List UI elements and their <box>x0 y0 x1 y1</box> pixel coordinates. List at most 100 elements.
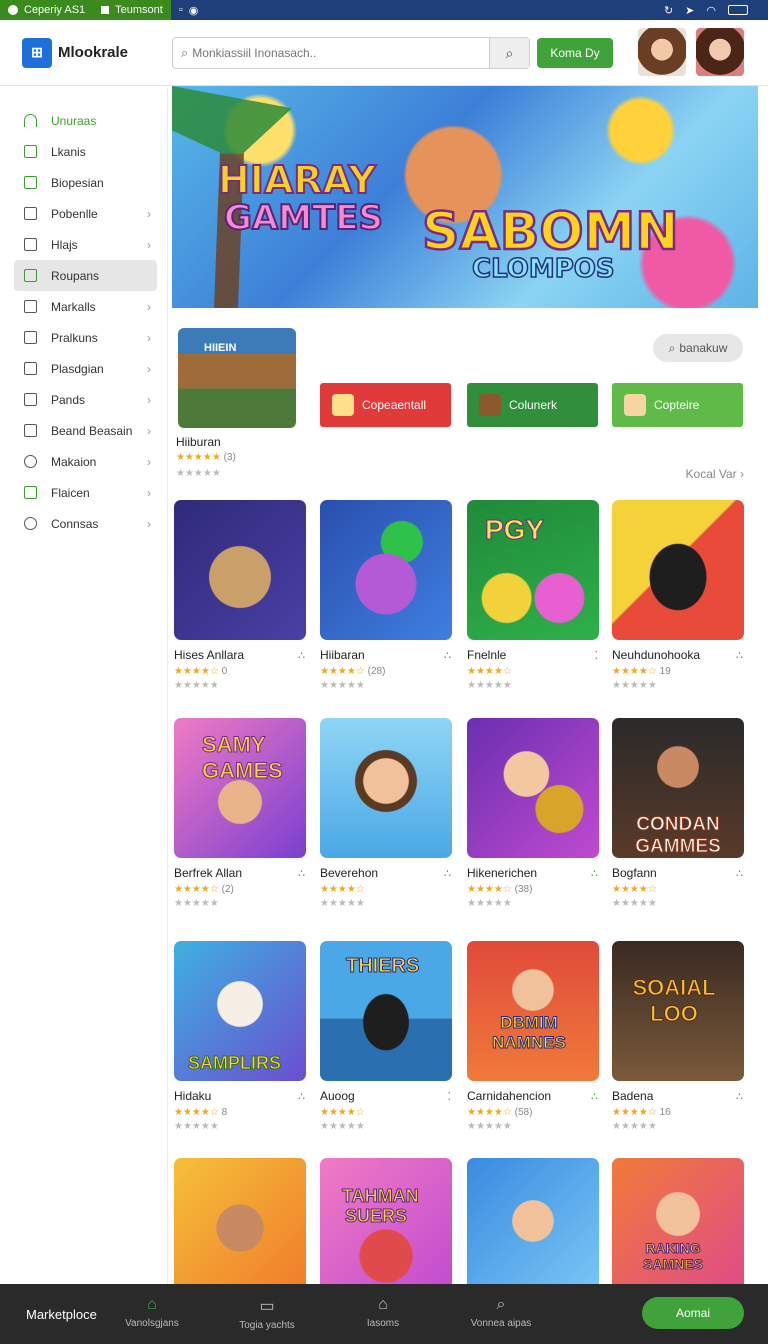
app-logo[interactable]: ⊞ Mlookrale <box>22 37 128 68</box>
category-button[interactable]: Colunerk <box>467 383 598 427</box>
more-icon[interactable]: ∴ <box>298 867 306 880</box>
category-icon <box>332 394 354 416</box>
status-right: ↻ ➤ ◠ <box>664 4 768 17</box>
header-cta-button[interactable]: Koma Dy <box>537 38 613 68</box>
bottom-nav-label: Iasoms <box>366 1318 400 1329</box>
sidebar-item[interactable]: Pralkuns › <box>0 322 167 353</box>
game-thumb <box>320 718 452 858</box>
circle-icon <box>24 455 37 468</box>
game-grid: Hises Anllara ∴ ★★★★☆ 0 ★★★★★ Hiibaran ∴ ★… <box>172 500 752 1284</box>
game-card[interactable]: DBMIM NAMNES Carnidahencion ∴ ★★★★☆ (58) … <box>467 941 599 1132</box>
bottom-nav-home[interactable]: ⌂ Vanolsgjans <box>107 1296 197 1329</box>
game-card[interactable]: Hises Anllara ∴ ★★★★☆ 0 ★★★★★ <box>174 500 306 691</box>
game-card[interactable]: THIERS Auoog ⁚ ★★★★☆ ★★★★★ <box>320 941 452 1132</box>
game-card[interactable]: Hiibaran ∴ ★★★★☆ (28) ★★★★★ <box>320 500 452 691</box>
bottom-nav-book[interactable]: ▭ Togia yachts <box>222 1296 312 1331</box>
sidebar-item[interactable]: Connsas › <box>0 508 167 539</box>
search-input[interactable] <box>192 46 473 60</box>
rating-count: (58) <box>514 1107 533 1118</box>
game-title: Beverehon <box>320 866 379 880</box>
more-icon[interactable]: ∴ <box>444 649 452 662</box>
game-card[interactable]: Neuhdunohooka ∴ ★★★★☆ 19 ★★★★★ <box>612 500 744 691</box>
category-button[interactable]: Copteire <box>612 383 743 427</box>
rating-stars-secondary: ★★★★★ <box>612 898 657 909</box>
search-submit-button[interactable]: ⌕ <box>489 38 529 68</box>
rating-stars: ★★★★☆ 8 <box>174 1107 228 1118</box>
rating-stars: ★★★★☆ <box>320 884 365 895</box>
game-card[interactable]: SOAIAL LOO Badena ∴ ★★★★☆ 16 ★★★★★ <box>612 941 744 1132</box>
game-card[interactable]: PGY Fnelnle ⁚ ★★★★☆ ★★★★★ <box>467 500 599 691</box>
sidebar-item-label: Lkanis <box>51 144 86 159</box>
sidebar-item[interactable]: Beand Beasain › <box>0 415 167 446</box>
sidebar-item[interactable]: Hlajs › <box>0 229 167 260</box>
sidebar-item[interactable]: Flaicen › <box>0 477 167 508</box>
sidebar-item[interactable]: Unuraas <box>0 105 167 136</box>
sidebar-item-active[interactable]: Roupans <box>14 260 157 291</box>
game-card[interactable]: Hikenerichen ∴ ★★★★☆ (38) ★★★★★ <box>467 718 599 909</box>
sidebar-item-label: Unuraas <box>51 113 97 128</box>
game-title: Hiibaran <box>320 648 365 662</box>
game-card[interactable] <box>467 1158 599 1284</box>
banner-title-line2: GAMTES <box>223 197 384 239</box>
game-meta: Auoog ⁚ <box>320 1089 452 1103</box>
hero-banner[interactable]: HIARAY GAMTES SABOMN CLOMPOS <box>172 86 758 308</box>
avatar[interactable] <box>696 28 744 76</box>
game-title: Carnidahencion <box>467 1089 552 1103</box>
thumb-text: SAMPLIRS <box>188 1053 282 1074</box>
game-title: Berfrek Allan <box>174 866 243 880</box>
thumb-text: PGY <box>485 514 545 546</box>
game-card[interactable]: TAHMAN SUERS <box>320 1158 452 1284</box>
rating-stars-secondary: ★★★★★ <box>467 898 512 909</box>
logo-icon: ⊞ <box>22 37 52 68</box>
bottom-nav-bank[interactable]: ⌂ Iasoms <box>338 1296 428 1329</box>
more-icon[interactable]: ∴ <box>591 867 599 880</box>
more-icon[interactable]: ∴ <box>736 649 744 662</box>
sidebar-item[interactable]: Lkanis <box>0 136 167 167</box>
filter-pill[interactable]: ⌕ banakuw <box>653 334 743 362</box>
game-thumb: THIERS <box>320 941 452 1081</box>
more-icon[interactable]: ∴ <box>736 1090 744 1103</box>
more-icon[interactable]: ⁚ <box>448 1090 453 1103</box>
sync-icon: ↻ <box>663 4 674 17</box>
bottom-nav-user[interactable]: ⌕ Vonnea aipas <box>456 1296 546 1329</box>
status-bar: Ceperiy AS1 Teumsont ▫ ◉ ↻ ➤ ◠ <box>0 0 768 20</box>
more-icon[interactable]: ∴ <box>591 1090 599 1103</box>
more-icon[interactable]: ∴ <box>298 1090 306 1103</box>
filter-pill-label: banakuw <box>679 341 728 355</box>
sidebar-item-label: Pands <box>51 392 86 407</box>
search-icon: ⌕ <box>668 340 676 355</box>
sidebar-item[interactable]: Markalls › <box>0 291 167 322</box>
sidebar-item[interactable]: Makaion › <box>0 446 167 477</box>
thumb-text: DBMIM NAMNES <box>492 1013 567 1053</box>
more-icon[interactable]: ∴ <box>298 649 306 662</box>
sidebar-item[interactable]: Pands › <box>0 384 167 415</box>
avatar[interactable] <box>638 28 686 76</box>
game-thumb: RAKING SAMNES <box>612 1158 744 1284</box>
sidebar-item[interactable]: Biopesian <box>0 167 167 198</box>
game-card[interactable]: Beverehon ∴ ★★★★☆ ★★★★★ <box>320 718 452 909</box>
chevron-right-icon: › <box>147 361 151 376</box>
game-card[interactable]: SAMPLIRS Hidaku ∴ ★★★★☆ 8 ★★★★★ <box>174 941 306 1132</box>
sidebar-item[interactable]: Pobenlle › <box>0 198 167 229</box>
rating-count: 0 <box>221 666 228 677</box>
more-icon[interactable]: ∴ <box>736 867 744 880</box>
game-card[interactable] <box>174 1158 306 1284</box>
featured-game-title[interactable]: Hiiburan <box>176 435 221 449</box>
chevron-right-icon: › <box>740 467 744 481</box>
more-icon[interactable]: ∴ <box>444 867 452 880</box>
game-card[interactable]: CONDAN GAMMES Bogfann ∴ ★★★★☆ ★★★★★ <box>612 718 744 909</box>
sidebar-item[interactable]: Plasdgian › <box>0 353 167 384</box>
rating-stars-secondary: ★★★★★ <box>467 1121 512 1132</box>
category-button[interactable]: Copeaentall <box>320 383 451 427</box>
bottom-cta-button[interactable]: Aomai <box>642 1297 744 1329</box>
book-icon: ▭ <box>259 1298 275 1315</box>
see-all-link[interactable]: Kocal Var › <box>686 467 744 481</box>
game-card[interactable]: SAMY GAMES Berfrek Allan ∴ ★★★★☆ (2) ★★★★… <box>174 718 306 909</box>
thumb-text: TAHMAN SUERS <box>342 1186 420 1227</box>
more-icon[interactable]: ⁚ <box>595 649 600 662</box>
game-meta: Carnidahencion ∴ <box>467 1089 599 1103</box>
rating-count: (28) <box>367 666 386 677</box>
featured-game-thumb[interactable]: HIIEIN <box>178 328 296 428</box>
game-title: Neuhdunohooka <box>612 648 701 662</box>
game-card[interactable]: RAKING SAMNES <box>612 1158 744 1284</box>
